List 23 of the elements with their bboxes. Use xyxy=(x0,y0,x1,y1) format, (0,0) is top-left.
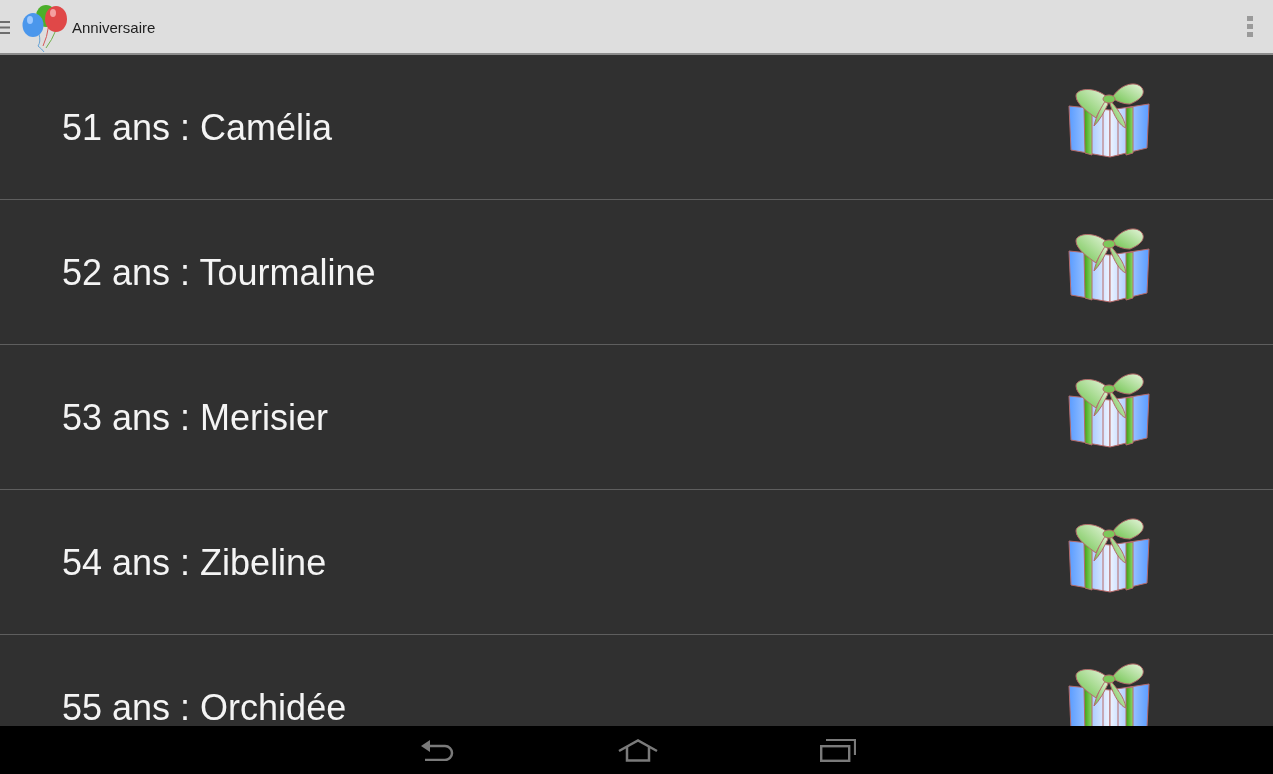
row-label: 52 ans : Tourmaline xyxy=(62,253,376,293)
recent-apps-icon xyxy=(819,738,856,762)
app-icon-button[interactable]: Anniversaire xyxy=(0,0,156,53)
list-row[interactable]: 53 ans : Merisier xyxy=(0,345,1273,490)
app-title: Anniversaire xyxy=(72,18,156,36)
home-icon xyxy=(617,738,658,762)
gift-icon xyxy=(1068,517,1150,593)
list-row[interactable]: 54 ans : Zibeline xyxy=(0,490,1273,635)
gift-icon xyxy=(1068,82,1150,158)
row-label: 51 ans : Camélia xyxy=(62,108,333,148)
balloons-icon xyxy=(22,3,68,52)
row-label: 54 ans : Zibeline xyxy=(62,543,327,583)
row-label: 55 ans : Orchidée xyxy=(62,688,347,726)
list-row[interactable]: 51 ans : Camélia xyxy=(0,55,1273,200)
list-row[interactable]: 52 ans : Tourmaline xyxy=(0,200,1273,345)
recent-apps-button[interactable] xyxy=(817,738,858,762)
more-vertical-icon xyxy=(1247,16,1253,37)
back-icon xyxy=(421,739,454,761)
gift-icon xyxy=(1068,372,1150,448)
drawer-indicator-icon xyxy=(0,20,10,34)
home-button[interactable] xyxy=(617,738,658,762)
row-label: 53 ans : Merisier xyxy=(62,398,329,438)
gift-icon xyxy=(1068,227,1150,303)
